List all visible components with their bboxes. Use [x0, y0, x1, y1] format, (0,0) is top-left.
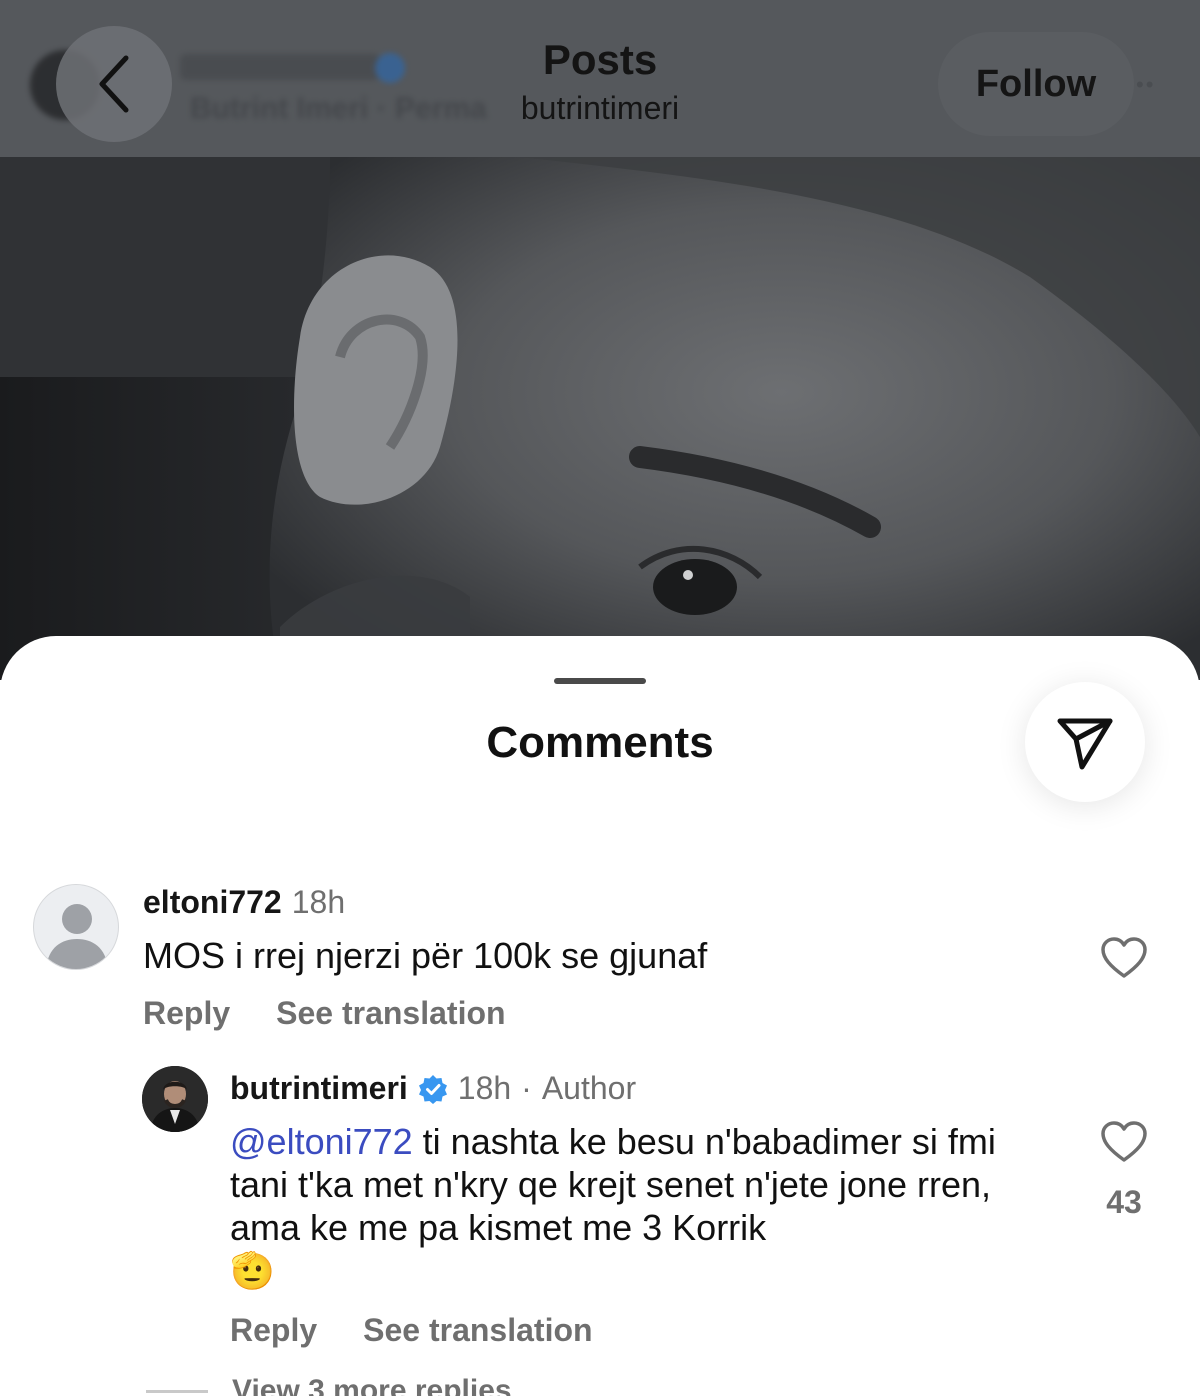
post-photo: [0, 157, 1200, 680]
author-badge: Author: [541, 1070, 637, 1106]
separator-dot: ·: [521, 1070, 532, 1106]
comment-header: eltoni772 18h: [143, 884, 345, 921]
reply-username[interactable]: butrintimeri: [230, 1070, 408, 1107]
sheet-title: Comments: [486, 718, 714, 767]
more-icon[interactable]: ••: [1136, 72, 1166, 97]
heart-icon[interactable]: [1100, 1120, 1148, 1164]
author-avatar-photo: [142, 1066, 208, 1132]
comments-sheet: Comments eltoni772 18h MOS i rrej njerzi…: [0, 636, 1200, 1396]
follow-button[interactable]: Follow: [938, 32, 1134, 136]
reply-header: butrintimeri 18h · Author: [230, 1070, 636, 1107]
comment-avatar[interactable]: [33, 884, 119, 970]
comment-time: 18h: [291, 884, 346, 920]
share-button[interactable]: [1025, 682, 1145, 802]
heart-icon[interactable]: [1100, 936, 1148, 980]
reply-actions: Reply See translation: [230, 1312, 593, 1349]
see-translation-button[interactable]: See translation: [276, 995, 505, 1032]
reply-button[interactable]: Reply: [143, 995, 230, 1032]
default-avatar-icon: [46, 904, 108, 969]
saluting-face-emoji: 🫡: [230, 1250, 275, 1291]
reply-avatar[interactable]: [142, 1066, 208, 1132]
comment-username[interactable]: eltoni772: [143, 884, 282, 921]
like-count: 43: [1106, 1184, 1142, 1220]
mention-link[interactable]: @eltoni772: [230, 1121, 413, 1162]
view-more-replies-button[interactable]: View 3 more replies: [232, 1374, 512, 1396]
post-background: Butrint Imeri · Perma Posts butrintimeri…: [0, 0, 1200, 680]
reply-time: 18h: [457, 1070, 512, 1106]
share-icon: [1057, 718, 1113, 770]
reply-text: @eltoni772 ti nashta ke besu n'babadimer…: [230, 1120, 1030, 1292]
reply-button[interactable]: Reply: [230, 1312, 317, 1349]
post-header: Butrint Imeri · Perma Posts butrintimeri…: [0, 0, 1200, 157]
comment-actions: Reply See translation: [143, 995, 506, 1032]
sheet-grabber[interactable]: [554, 678, 646, 684]
comment-text: MOS i rrej njerzi për 100k se gjunaf: [143, 935, 708, 976]
view-more-divider: [146, 1390, 208, 1393]
see-translation-button[interactable]: See translation: [363, 1312, 592, 1349]
verified-icon: [418, 1074, 447, 1104]
